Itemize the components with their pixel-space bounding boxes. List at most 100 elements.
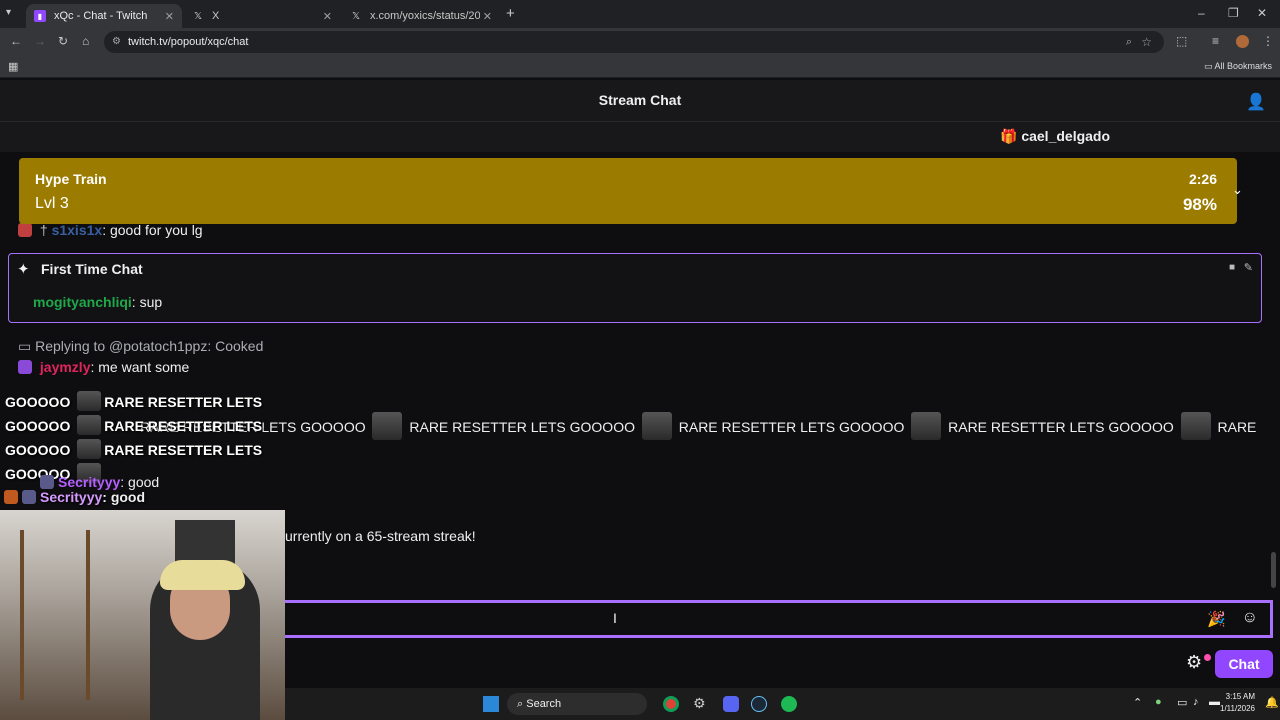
close-tab-icon[interactable]: ✕	[165, 10, 174, 23]
gift-icon: 🎁	[1000, 128, 1018, 144]
browser-menu-icon[interactable]: ⋮	[1262, 34, 1274, 48]
spotify-icon[interactable]	[781, 696, 797, 712]
minimize-icon[interactable]: –	[1198, 6, 1205, 20]
site-info-icon[interactable]: ⚙	[112, 31, 121, 53]
back-icon[interactable]: ←	[10, 34, 22, 48]
emote-icon	[77, 439, 102, 459]
apps-grid-icon[interactable]: ▦	[8, 60, 18, 73]
stream-overlay-text: GOOOOO RARE RESETTER LETS GOOOOO RARE RE…	[5, 390, 285, 486]
media-icon[interactable]: ≡	[1212, 34, 1219, 48]
chat-input[interactable]: I 🎉 ☺	[285, 600, 1273, 638]
chat-settings-icon[interactable]: ⚙	[1186, 652, 1202, 673]
chat-text: : me want some	[90, 359, 190, 375]
bits-icon[interactable]: 🎉	[1207, 610, 1226, 628]
first-time-chat-card: ✦ First Time Chat ■ ✎ mogityanchliqi: su…	[8, 253, 1262, 323]
page-title: Stream Chat	[598, 92, 682, 108]
chat-username[interactable]: mogityanchliqi	[33, 294, 132, 310]
profile-avatar[interactable]	[1236, 35, 1249, 48]
microphone-icon[interactable]: ●	[1155, 696, 1162, 708]
close-tab-icon[interactable]: ✕	[483, 10, 492, 23]
chat-username[interactable]: Secrityyy	[58, 474, 120, 490]
chat-username[interactable]: jaymzly	[40, 359, 91, 375]
camera-icon[interactable]: ■	[1229, 262, 1235, 273]
chat-username[interactable]: s1xis1x	[52, 222, 103, 238]
emote-icon	[641, 412, 672, 440]
windows-taskbar: ⌕ Search ⚙ ⌃ ● ▭ ♪ ▬ 3:15 AM 1/11/2026 🔔	[285, 688, 1280, 720]
browser-address-bar: ← → ↻ ⌂ ⚙ twitch.tv/popout/xqc/chat ⌕ ☆ …	[0, 28, 1280, 56]
windows-start-icon[interactable]	[483, 696, 499, 712]
shelf	[20, 530, 90, 700]
reload-icon[interactable]: ↻	[58, 34, 68, 48]
emote-icon	[372, 412, 403, 440]
chat-text: : good	[120, 474, 160, 490]
clock[interactable]: 3:15 AM 1/11/2026	[1220, 691, 1255, 715]
community-icon[interactable]: 👤	[1246, 92, 1266, 112]
chat-scrollbar[interactable]	[1271, 552, 1276, 588]
user-badge	[4, 490, 18, 504]
chat-message: † s1xis1x: good for you lg	[18, 222, 203, 238]
emote-icon	[1180, 412, 1211, 440]
x-icon: 𝕏	[351, 10, 361, 22]
url-field[interactable]: ⚙ twitch.tv/popout/xqc/chat ⌕ ☆	[104, 31, 1164, 53]
new-tab-icon[interactable]: +	[506, 5, 515, 22]
notification-bell-icon[interactable]: 🔔	[1265, 696, 1279, 709]
emote-picker-icon[interactable]: ☺	[1242, 609, 1258, 627]
chat-send-button[interactable]: Chat	[1215, 650, 1273, 678]
browser-tab-bar: ▾ ▮ xQc - Chat - Twitch ✕ 𝕏 X ✕ 𝕏 x.com/…	[0, 0, 1280, 28]
gifter[interactable]: 🎁 cael_delgado	[1000, 128, 1110, 145]
user-badge	[18, 360, 32, 374]
tray-chevron-icon[interactable]: ⌃	[1133, 696, 1142, 709]
zoom-icon[interactable]: ⌕	[1126, 31, 1132, 53]
tab-twitch-chat[interactable]: ▮ xQc - Chat - Twitch ✕	[26, 4, 182, 28]
overlay-text: RARE RESETTER LETS	[104, 394, 263, 410]
bookmark-star-icon[interactable]: ☆	[1141, 31, 1152, 53]
emote-icon	[77, 391, 102, 411]
tab-list-dropdown-icon[interactable]: ▾	[6, 7, 11, 18]
chrome-icon[interactable]	[663, 696, 679, 712]
restore-icon[interactable]: ❐	[1228, 6, 1239, 20]
hype-train-banner[interactable]: Hype Train Lvl 3 2:26 98%	[19, 158, 1237, 224]
volume-icon[interactable]: ♪	[1193, 696, 1199, 708]
reply-text: Replying to @potatoch1ppz: Cooked	[35, 338, 264, 354]
tab-title: x.com/yoxics/status/20101433	[370, 10, 480, 22]
person-hair	[160, 560, 245, 590]
bookmarks-bar: ▦ ▭ All Bookmarks	[0, 56, 1280, 78]
battery-icon[interactable]: ▬	[1209, 696, 1220, 708]
hype-train-level: Lvl 3	[35, 195, 69, 212]
close-window-icon[interactable]: ✕	[1257, 6, 1267, 20]
forward-icon[interactable]: →	[34, 34, 46, 48]
network-icon[interactable]: ▭	[1177, 696, 1187, 709]
chat-text: RARE RESETTER LETS GOOOOO	[948, 419, 1174, 435]
taskbar-search[interactable]: ⌕ Search	[507, 693, 647, 715]
user-badge	[40, 475, 54, 489]
chat-header: Stream Chat 👤	[0, 80, 1280, 122]
reply-icon: ▭	[18, 338, 32, 354]
app-icon[interactable]: ⚙	[693, 695, 706, 712]
discord-icon[interactable]	[723, 696, 739, 712]
tab-x-status[interactable]: 𝕏 x.com/yoxics/status/20101433 ✕	[342, 4, 500, 28]
chat-username[interactable]: Secrityyy	[40, 489, 102, 505]
chat-text: : sup	[131, 294, 163, 310]
x-icon: 𝕏	[193, 10, 203, 22]
steam-icon[interactable]	[751, 696, 767, 712]
tab-x[interactable]: 𝕏 X ✕	[184, 4, 340, 28]
chat-text: RARE RESETTER LETS GOOOOO	[678, 419, 905, 435]
chat-message: Secrityyy: good	[4, 489, 145, 505]
chat-message: Secrityyy: good	[40, 474, 159, 490]
chevron-down-icon[interactable]: ⌄	[1232, 182, 1243, 198]
chat-message: RARE RESETTER LETS GOOOOO RARE RESETTER …	[140, 412, 1256, 440]
home-icon[interactable]: ⌂	[82, 34, 89, 48]
pencil-icon[interactable]: ✎	[1244, 261, 1253, 274]
reply-context[interactable]: ▭ Replying to @potatoch1ppz: Cooked	[18, 338, 263, 355]
webcam-overlay	[0, 510, 285, 720]
folder-icon: ▭	[1204, 61, 1213, 71]
tab-title: xQc - Chat - Twitch	[54, 10, 148, 22]
all-bookmarks[interactable]: ▭ All Bookmarks	[1204, 61, 1272, 72]
extensions-icon[interactable]: ⬚	[1176, 34, 1187, 48]
streak-notice: urrently on a 65-stream streak!	[285, 528, 476, 544]
emote-icon	[911, 412, 942, 440]
gifter-name: cael_delgado	[1021, 128, 1111, 144]
sparkle-icon: ✦	[17, 261, 30, 278]
hype-train-title: Hype Train	[35, 171, 107, 187]
close-tab-icon[interactable]: ✕	[323, 10, 332, 23]
